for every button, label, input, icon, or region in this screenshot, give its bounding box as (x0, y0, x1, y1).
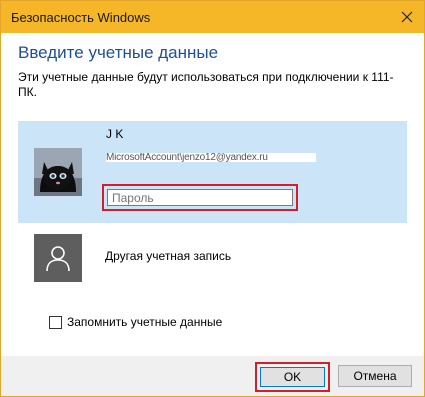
dialog-heading: Введите учетные данные (18, 43, 219, 62)
dialog-subtext: Эти учетные данные будут использоваться … (18, 70, 394, 99)
close-button[interactable] (390, 1, 424, 33)
account-tile-selected[interactable]: J K MicrosoftAccount\jenzo12@yandex.ru (18, 121, 407, 223)
password-input[interactable] (107, 189, 293, 206)
other-account-tile[interactable]: Другая учетная запись (34, 234, 394, 282)
close-icon (401, 11, 413, 23)
account-name: J K (106, 127, 124, 141)
credentials-dialog: Безопасность Windows Введите учетные дан… (0, 0, 425, 397)
remember-checkbox[interactable] (49, 315, 62, 329)
remember-label: Запомнить учетные данные (67, 315, 223, 329)
title-bar: Безопасность Windows (1, 1, 424, 33)
cat-avatar-icon (34, 148, 82, 196)
other-account-label: Другая учетная запись (105, 249, 232, 263)
ok-button[interactable]: OK (260, 367, 325, 387)
window-title: Безопасность Windows (11, 10, 151, 25)
user-icon (34, 234, 82, 282)
password-highlight-frame (102, 184, 298, 211)
account-email: MicrosoftAccount\jenzo12@yandex.ru (106, 153, 316, 162)
ok-highlight-frame: OK (255, 362, 330, 392)
button-bar: OK Отмена (1, 356, 424, 396)
cancel-button[interactable]: Отмена (338, 365, 412, 387)
remember-credentials[interactable]: Запомнить учетные данные (49, 315, 222, 329)
